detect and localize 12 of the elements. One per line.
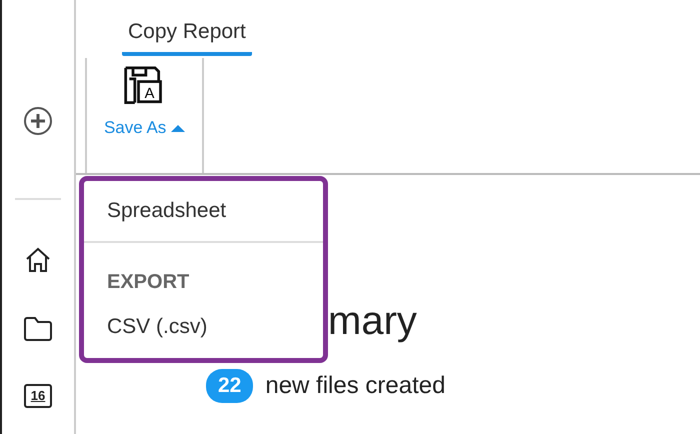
menu-section-header: EXPORT [106, 270, 190, 294]
save-as-button[interactable]: A Save As [100, 58, 190, 148]
calendar-icon[interactable]: 16 [24, 384, 52, 408]
folder-icon[interactable] [23, 316, 53, 342]
add-icon[interactable] [23, 106, 53, 136]
home-icon[interactable] [24, 246, 52, 274]
menu-item[interactable]: CSV (.csv) [84, 304, 230, 348]
page-heading: mary [328, 301, 418, 341]
status-text: new files created [265, 371, 446, 401]
count-badge: 22 [206, 369, 254, 403]
tab[interactable]: Copy Report [122, 16, 252, 56]
menu-item[interactable]: Spreadsheet [84, 189, 250, 232]
